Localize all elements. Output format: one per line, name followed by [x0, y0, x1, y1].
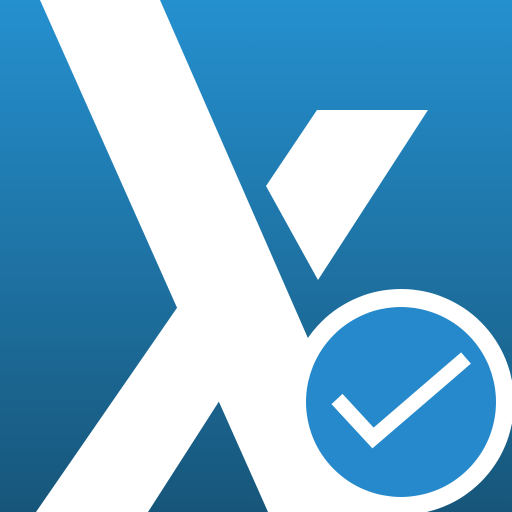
check-badge-icon: [288, 289, 512, 512]
app-icon: [0, 0, 512, 512]
app-icon-graphic: [0, 0, 512, 512]
